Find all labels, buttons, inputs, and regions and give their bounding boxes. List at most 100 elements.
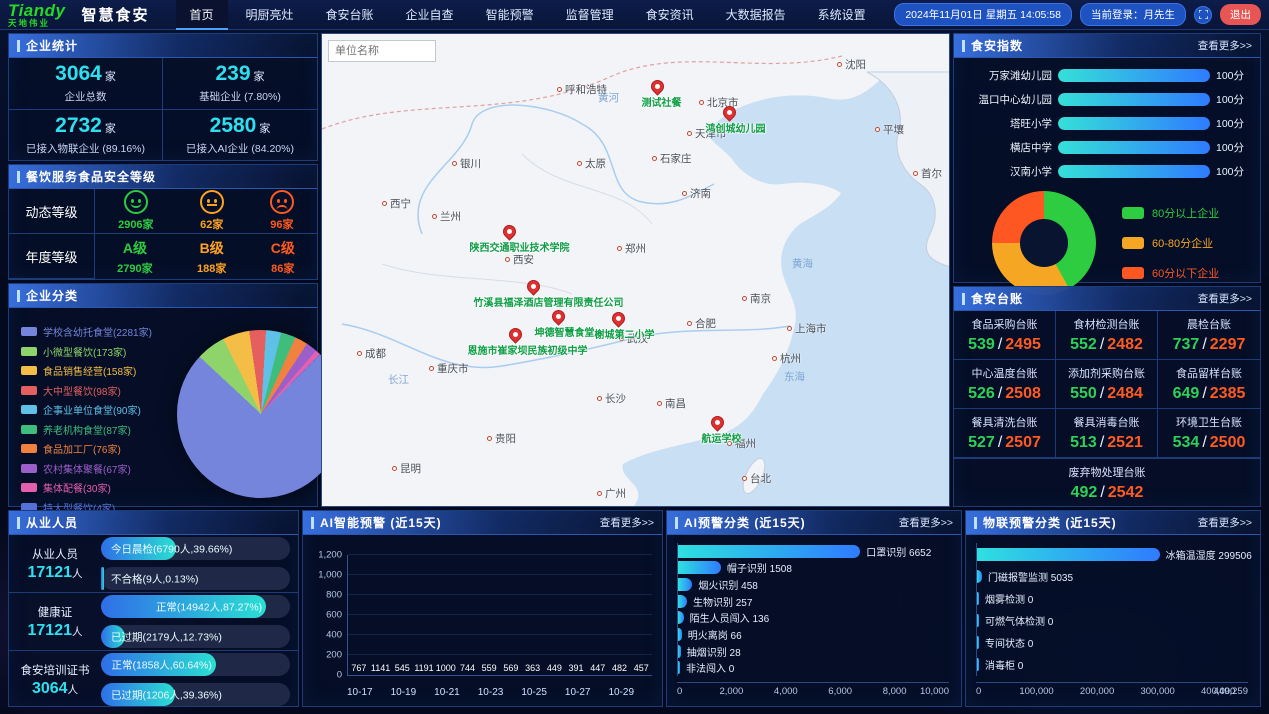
city-dot-icon: [837, 62, 842, 67]
panel-ai-warning: AI智能预警 (近15天) 查看更多>> 7671141545119110007…: [302, 510, 663, 707]
map-marker[interactable]: 坤德智慧食堂: [552, 310, 565, 323]
ledger-more-link[interactable]: 查看更多>>: [1198, 291, 1252, 306]
city-name: 合肥: [695, 316, 716, 331]
nav-item-食安资讯[interactable]: 食安资讯: [632, 0, 708, 30]
y-axis-tick: 1,000: [318, 570, 342, 581]
map-marker[interactable]: 恩施市崔家坝民族初级中学: [509, 328, 522, 341]
pie-legend-item: 小微型餐饮(173家): [21, 344, 152, 359]
ledger-cell: 废弃物处理台账492/2542: [1069, 464, 1146, 502]
map-marker[interactable]: 鸿创城幼儿园: [723, 106, 736, 119]
hbar-row: 消毒柜 0: [977, 657, 1248, 672]
hbar-row: 口罩识别 6652: [678, 544, 949, 559]
stat-value: 2580家: [210, 114, 271, 138]
bar-value-label: 1000: [436, 663, 456, 673]
food-index-row: 汉南小学100分: [960, 164, 1250, 179]
legend-label: 农村集体聚餐(67家): [43, 461, 131, 476]
ai-warning-x-labels: 10-1710-1910-2110-2310-2510-2710-29: [347, 687, 652, 698]
map-marker[interactable]: 榭城第二小学: [612, 312, 625, 325]
legend-swatch-icon: [1122, 267, 1144, 279]
panel-header: AI预警分类 (近15天) 查看更多>>: [667, 511, 961, 535]
city-dot-icon: [577, 161, 582, 166]
marker-label: 榭城第二小学: [595, 326, 655, 341]
map-search-input[interactable]: [328, 40, 436, 62]
level-count: 62家: [200, 216, 223, 232]
panel-title: 企业统计: [26, 37, 78, 54]
hbar-row: 烟雾检测 0: [977, 591, 1248, 606]
ledger-numbers: 526/2508: [968, 385, 1041, 403]
nav-item-首页[interactable]: 首页: [176, 0, 228, 30]
staff-progress-bar: 已过期(1206人,39.36%): [101, 683, 290, 706]
legend-swatch-icon: [1122, 207, 1144, 219]
city-dot-icon: [699, 100, 704, 105]
nav-item-智能预警[interactable]: 智能预警: [472, 0, 548, 30]
school-name: 横店中学: [960, 140, 1052, 155]
x-axis-tick: 4,000: [774, 686, 798, 697]
nav-item-大数据报告[interactable]: 大数据报告: [712, 0, 800, 30]
city-dot-icon: [487, 436, 492, 441]
food-index-rows: 万家滩幼儿园100分温口中心幼儿园100分塔旺小学100分横店中学100分汉南小…: [954, 58, 1260, 183]
grade-label: B级: [200, 238, 224, 258]
city-name: 贵阳: [495, 431, 516, 446]
map-marker[interactable]: 测试社餐: [651, 80, 664, 93]
legend-label: 80分以上企业: [1152, 205, 1219, 221]
bar-label: 消毒柜 0: [985, 657, 1023, 672]
map-city: 台北: [742, 471, 771, 486]
ai-category-more-link[interactable]: 查看更多>>: [899, 515, 953, 530]
city-name: 沈阳: [845, 57, 866, 72]
ledger-numbers: 527/2507: [968, 434, 1041, 452]
annual-level-item: C级86家: [271, 238, 295, 276]
china-map[interactable]: 黄河黄海东海长江沈阳呼和浩特北京市天津市平壤首尔银川石家庄太原济南西宁兰州郑州西…: [321, 33, 950, 507]
map-city: 昆明: [392, 461, 421, 476]
fullscreen-button[interactable]: [1194, 6, 1212, 24]
nav-item-明厨亮灶[interactable]: 明厨亮灶: [232, 0, 308, 30]
header-accent: [311, 517, 314, 529]
bar-slot: 482: [609, 663, 631, 675]
ledger-grid: 食品采购台账539/2495食材检测台账552/2482晨检台账737/2297…: [954, 311, 1260, 458]
city-dot-icon: [617, 246, 622, 251]
top-nav: Tiandy 天地伟业 智慧食安 首页明厨亮灶食安台账企业自查智能预警监督管理食…: [0, 0, 1269, 30]
panel-header: 餐饮服务食品安全等级: [9, 165, 317, 189]
legend-swatch-icon: [21, 425, 37, 434]
map-marker[interactable]: 陕西交通职业技术学院: [503, 225, 516, 238]
staff-summary: 从业人员17121人: [9, 546, 101, 582]
city-name: 银川: [460, 156, 481, 171]
city-name: 昆明: [400, 461, 421, 476]
safety-level-grid: 动态等级2906家62家96家年度等级A级2790家B级188家C级86家: [9, 189, 317, 279]
hbar-row: 专间状态 0: [977, 635, 1248, 650]
nav-item-监督管理[interactable]: 监督管理: [552, 0, 628, 30]
logout-button[interactable]: 退出: [1220, 4, 1261, 25]
pie-legend-item: 食品加工厂(76家): [21, 441, 152, 456]
panel-iot-category: 物联预警分类 (近15天) 查看更多>> 冰箱温湿度 299506门磁报警监测 …: [965, 510, 1261, 707]
staff-count: 3064人: [32, 680, 78, 698]
score-value: 100分: [1216, 116, 1250, 131]
city-dot-icon: [787, 326, 792, 331]
header-accent: [17, 517, 20, 529]
bar: [977, 570, 982, 583]
iot-category-more-link[interactable]: 查看更多>>: [1198, 515, 1252, 530]
nav-item-企业自查[interactable]: 企业自查: [392, 0, 468, 30]
sad-face-icon: [270, 190, 294, 214]
map-marker[interactable]: 竹溪县福泽酒店管理有限责任公司: [527, 280, 540, 293]
city-name: 台北: [750, 471, 771, 486]
city-name: 成都: [365, 346, 386, 361]
header-accent: [17, 40, 20, 52]
map-marker[interactable]: 航运学校: [711, 416, 724, 429]
bar: [678, 611, 684, 624]
staff-progress-text: 已过期(2179人,12.73%): [111, 629, 222, 644]
bar-label: 烟火识别 458: [698, 577, 757, 592]
legend-label: 食品销售经营(158家): [43, 363, 136, 378]
hbar-row: 陌生人员闯入 136: [678, 610, 949, 625]
donut-legend-item: 60分以下企业: [1122, 265, 1219, 281]
nav-item-食安台账[interactable]: 食安台账: [312, 0, 388, 30]
header-accent: [17, 171, 20, 183]
pie-legend-item: 食品销售经营(158家): [21, 363, 152, 378]
ai-warning-more-link[interactable]: 查看更多>>: [600, 515, 654, 530]
bar-label: 门磁报警监测 5035: [988, 569, 1073, 584]
nav-item-系统设置[interactable]: 系统设置: [804, 0, 880, 30]
dynamic-level-item: 96家: [270, 190, 294, 232]
hbar-row: 冰箱温湿度 299506: [977, 547, 1248, 562]
ledger-name: 食品留样台账: [1176, 365, 1242, 381]
food-index-more-link[interactable]: 查看更多>>: [1198, 38, 1252, 53]
marker-label: 测试社餐: [642, 94, 682, 109]
staff-bars: 今日晨检(6790人,39.66%)不合格(9人,0.13%): [101, 537, 290, 590]
